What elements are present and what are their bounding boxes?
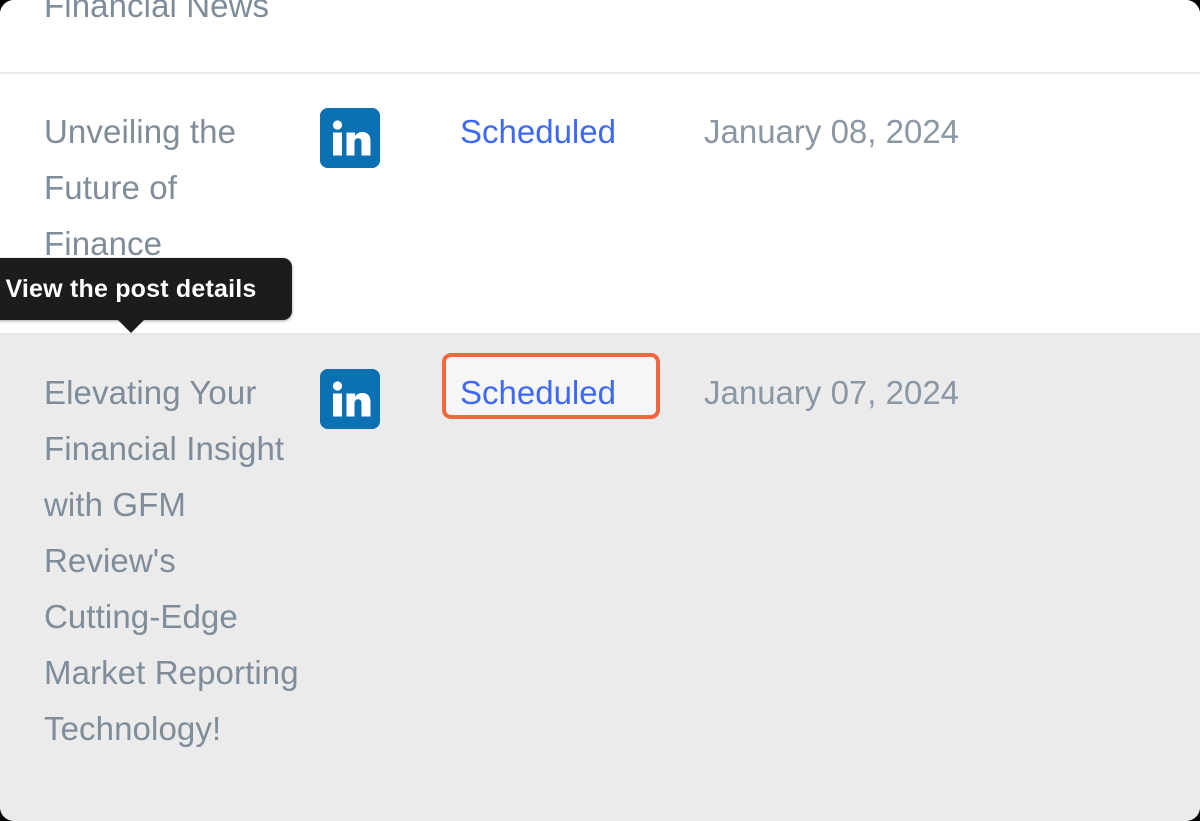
scheduled-posts-table: Financial News Unveiling the Future of F…: [0, 0, 1200, 821]
post-status: Scheduled: [442, 353, 700, 421]
status-link[interactable]: Scheduled: [460, 104, 616, 160]
tooltip-arrow-icon: [117, 319, 145, 333]
linkedin-icon: [320, 108, 380, 168]
post-channel: [320, 365, 460, 429]
post-title[interactable]: Elevating Your Financial Insight with GF…: [0, 365, 320, 757]
tooltip-label: View the post details: [5, 275, 257, 303]
table-row[interactable]: Financial News: [0, 0, 1200, 74]
post-status: Scheduled: [460, 104, 700, 160]
tooltip: View the post details: [0, 258, 292, 333]
status-link[interactable]: Scheduled: [460, 365, 616, 421]
app-viewport: Financial News Unveiling the Future of F…: [0, 0, 1200, 821]
post-date: January 08, 2024: [704, 113, 960, 150]
post-date: January 07, 2024: [704, 374, 960, 411]
post-channel: [320, 0, 460, 4]
table-row[interactable]: Elevating Your Financial Insight with GF…: [0, 335, 1200, 821]
post-title[interactable]: Unveiling the Future of Finance: [0, 104, 320, 272]
post-title[interactable]: Financial News: [0, 0, 320, 34]
post-channel: [320, 104, 460, 168]
linkedin-icon: [320, 369, 380, 429]
